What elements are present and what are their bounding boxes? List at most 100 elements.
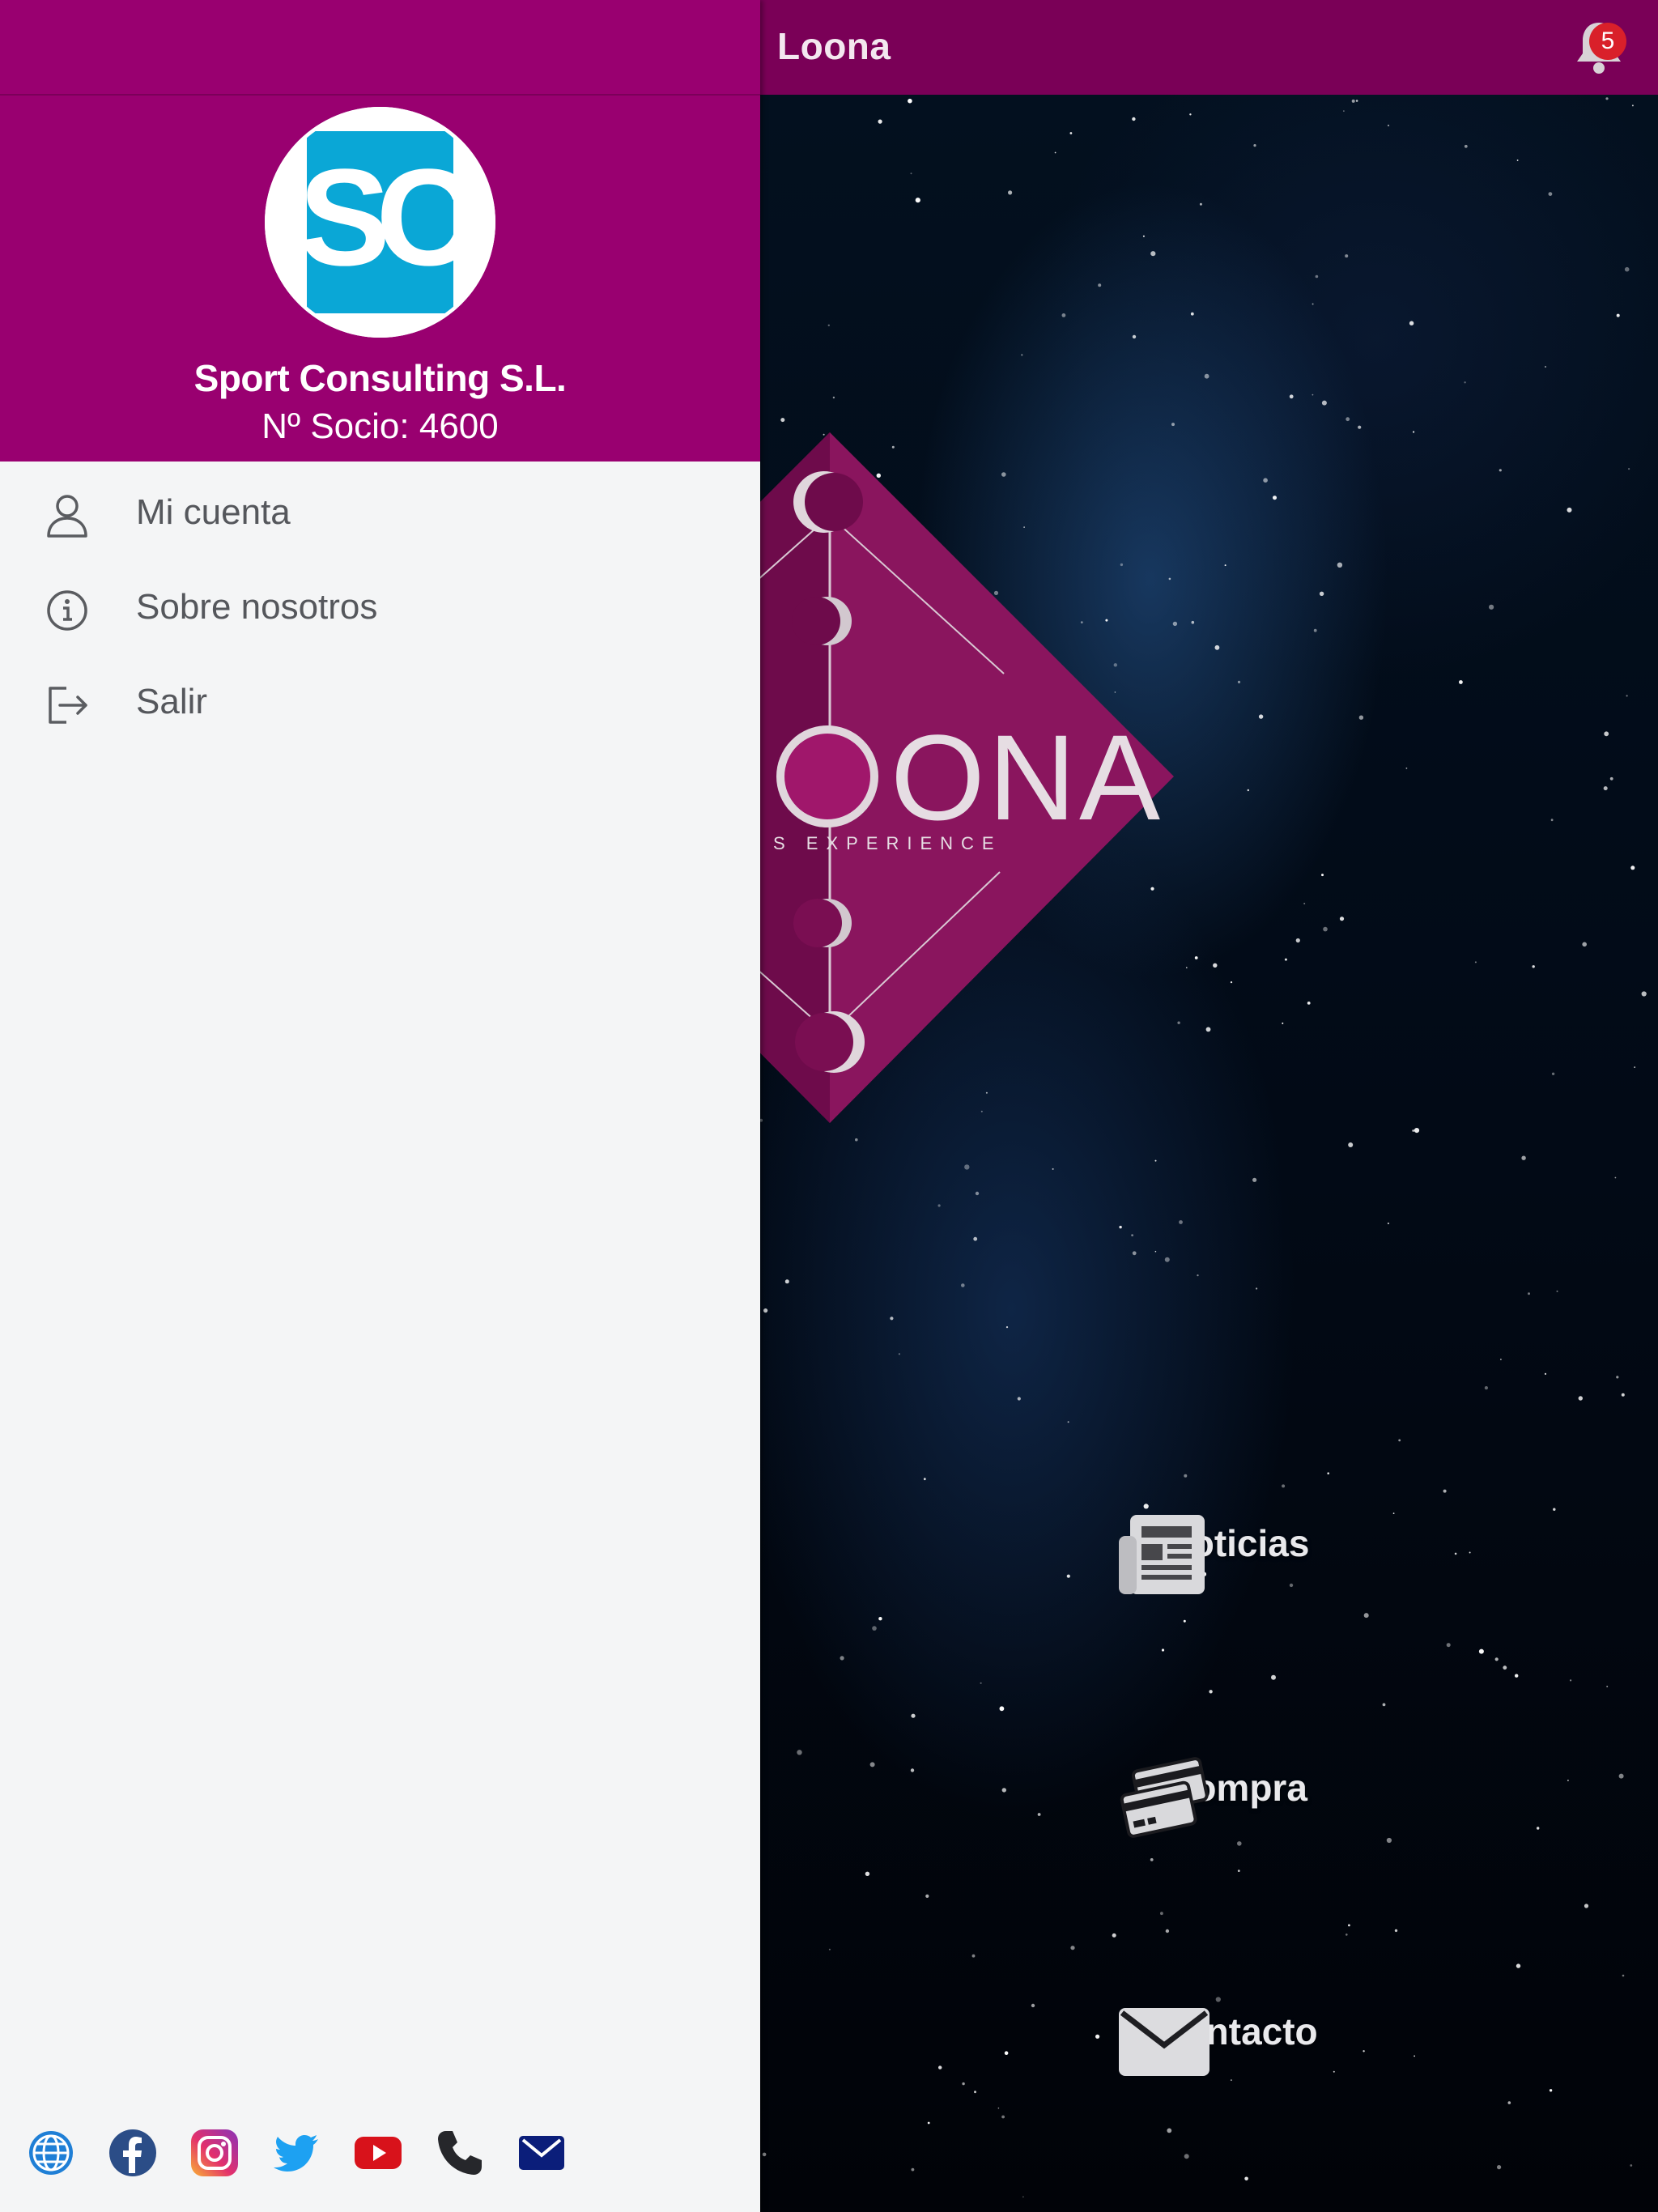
star bbox=[1363, 2050, 1365, 2052]
star bbox=[1172, 621, 1178, 627]
star bbox=[1204, 373, 1209, 379]
star bbox=[1497, 2165, 1502, 2170]
star bbox=[1392, 1512, 1395, 1514]
star bbox=[1606, 1686, 1609, 1687]
star bbox=[999, 1706, 1005, 1712]
star bbox=[797, 1750, 802, 1755]
star bbox=[937, 1204, 941, 1207]
star bbox=[1161, 1648, 1165, 1652]
star bbox=[1191, 620, 1195, 624]
star bbox=[1095, 2034, 1100, 2039]
star bbox=[762, 2152, 767, 2157]
facebook-icon[interactable] bbox=[108, 2128, 158, 2178]
star bbox=[1337, 562, 1343, 568]
star bbox=[1605, 97, 1609, 100]
star bbox=[1634, 1066, 1635, 1068]
star bbox=[971, 1954, 976, 1958]
star bbox=[1582, 942, 1587, 947]
youtube-icon[interactable] bbox=[353, 2128, 403, 2178]
star bbox=[1005, 1326, 1009, 1329]
star bbox=[1616, 1376, 1619, 1379]
star bbox=[1001, 2115, 1005, 2119]
star bbox=[1154, 1250, 1157, 1253]
star bbox=[891, 445, 895, 449]
star bbox=[1105, 619, 1108, 622]
star bbox=[1567, 507, 1572, 513]
envelope-icon bbox=[1119, 2008, 1209, 2076]
drawer-item-sobre-nosotros[interactable]: Sobre nosotros bbox=[0, 564, 760, 653]
star bbox=[1263, 478, 1268, 483]
star bbox=[1398, 1439, 1401, 1442]
star bbox=[1521, 1155, 1526, 1160]
mail-icon[interactable] bbox=[517, 2128, 567, 2178]
star bbox=[1205, 1027, 1211, 1032]
star bbox=[1112, 1933, 1116, 1938]
star bbox=[1150, 887, 1154, 891]
star bbox=[1333, 2070, 1335, 2073]
star bbox=[1069, 132, 1073, 134]
star bbox=[878, 1617, 882, 1621]
star bbox=[1507, 2101, 1511, 2104]
star bbox=[1346, 1933, 1348, 1936]
star bbox=[927, 2121, 930, 2125]
star bbox=[1183, 1619, 1186, 1623]
credit-cards-icon bbox=[1120, 1757, 1209, 1838]
menu-item-contacto[interactable]: Contacto bbox=[1116, 1992, 1358, 2076]
star bbox=[911, 1713, 916, 1718]
star bbox=[1199, 202, 1202, 206]
star bbox=[1363, 1613, 1369, 1619]
instagram-icon[interactable] bbox=[189, 2128, 240, 2178]
star bbox=[1114, 691, 1116, 693]
company-name: Sport Consulting S.L. bbox=[193, 357, 567, 399]
star bbox=[1394, 1929, 1398, 1933]
star bbox=[1503, 1665, 1507, 1670]
menu-item-compra[interactable]: Compra bbox=[1116, 1748, 1358, 1838]
star bbox=[1348, 1142, 1354, 1147]
star bbox=[1515, 1674, 1519, 1678]
star bbox=[1386, 1837, 1392, 1844]
star bbox=[1001, 472, 1006, 477]
star bbox=[1551, 1072, 1555, 1076]
star bbox=[1537, 1827, 1540, 1830]
menu-item-noticias[interactable]: Noticias bbox=[1116, 1504, 1358, 1594]
star bbox=[840, 1656, 844, 1661]
star bbox=[1549, 2089, 1553, 2092]
star bbox=[1387, 1223, 1389, 1224]
star bbox=[1614, 1176, 1617, 1179]
logout-icon bbox=[49, 687, 87, 724]
star bbox=[890, 1317, 894, 1321]
star bbox=[1550, 819, 1554, 822]
star bbox=[1500, 1359, 1502, 1360]
star bbox=[1313, 628, 1317, 632]
star bbox=[1387, 124, 1390, 127]
star bbox=[1556, 1290, 1558, 1292]
star bbox=[1443, 1489, 1447, 1493]
star bbox=[1113, 663, 1118, 667]
star bbox=[1303, 903, 1306, 904]
star bbox=[1405, 768, 1408, 769]
app-title: Loona bbox=[777, 25, 891, 67]
star bbox=[1244, 2176, 1248, 2181]
star bbox=[1464, 381, 1466, 384]
star bbox=[1061, 313, 1066, 317]
star bbox=[1184, 2154, 1189, 2159]
star bbox=[1213, 963, 1218, 968]
twitter-icon[interactable] bbox=[271, 2128, 321, 2178]
phone-icon[interactable] bbox=[435, 2128, 485, 2178]
notification-badge: 5 bbox=[1589, 23, 1626, 60]
drawer-item-mi-cuenta[interactable]: Mi cuenta bbox=[0, 470, 760, 559]
star bbox=[1271, 1674, 1276, 1680]
drawer-item-salir[interactable]: Salir bbox=[0, 659, 760, 748]
star bbox=[1237, 1870, 1240, 1873]
star bbox=[1150, 1858, 1154, 1861]
star bbox=[832, 396, 835, 399]
star bbox=[1189, 113, 1192, 116]
star bbox=[1307, 1002, 1311, 1005]
star bbox=[1119, 1225, 1122, 1229]
star bbox=[1469, 1551, 1471, 1554]
star bbox=[876, 473, 882, 478]
star bbox=[1164, 1257, 1170, 1262]
globe-icon[interactable] bbox=[26, 2128, 76, 2178]
star bbox=[1345, 254, 1349, 258]
star bbox=[908, 98, 912, 104]
